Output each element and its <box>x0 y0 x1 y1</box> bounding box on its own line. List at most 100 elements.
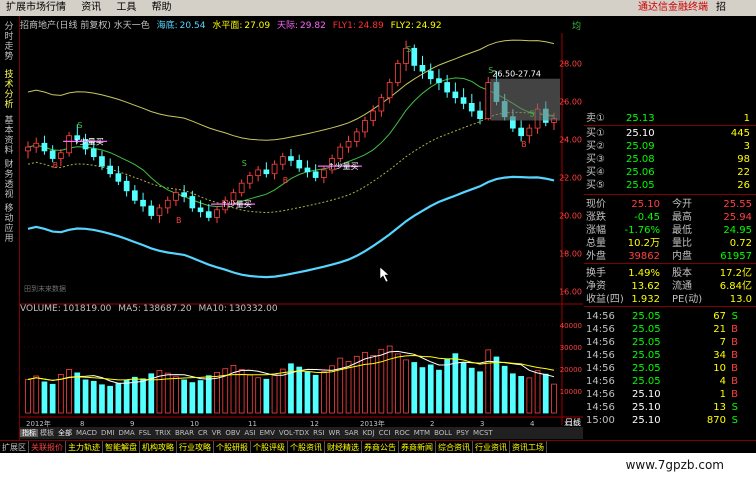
tick-volume: 1 <box>719 389 726 400</box>
indicator-tab[interactable]: BRAR <box>173 429 196 437</box>
candle-body[interactable] <box>427 70 434 80</box>
tick-time: 14:56 <box>586 363 615 374</box>
candle-body[interactable] <box>288 156 294 161</box>
indicator-tab[interactable]: MCST <box>471 429 495 437</box>
menu-item-help[interactable]: 帮助 <box>146 0 178 16</box>
candle-body[interactable] <box>320 169 327 178</box>
candle-body[interactable] <box>370 110 377 121</box>
indicator-header: 招商地产(日线 前复权) 水天一色 海底: 20.54 水平面: 27.09 天际:… <box>20 19 446 33</box>
menu-item-truncated[interactable]: 招 <box>716 0 726 16</box>
candle-body[interactable] <box>25 146 31 152</box>
stat-value: 10.2万 <box>627 238 660 249</box>
candle-body[interactable] <box>518 127 525 137</box>
indicator-tab[interactable]: TRIX <box>153 429 173 437</box>
candle-body[interactable] <box>296 160 303 169</box>
candle-body[interactable] <box>33 142 40 148</box>
price-axis-label: 20.00 <box>559 212 582 221</box>
candle-body[interactable] <box>205 211 212 218</box>
menu-item-news[interactable]: 资讯 <box>75 0 107 16</box>
candle-body[interactable] <box>411 47 418 66</box>
candle-body[interactable] <box>345 141 352 148</box>
indicator-tab[interactable]: OBV <box>223 429 242 437</box>
menu-item-extended-market[interactable]: 扩展市场行情 <box>0 0 72 16</box>
candle-body[interactable] <box>485 82 492 119</box>
candle-body[interactable] <box>66 135 72 154</box>
candle-body[interactable] <box>123 180 130 192</box>
candle-body[interactable] <box>164 199 171 209</box>
indicator-tab[interactable]: DMA <box>116 429 136 437</box>
indicator-tab[interactable]: SAR <box>342 429 360 437</box>
indicator-tab[interactable]: VOL-TDX <box>277 429 311 437</box>
indicator-tab[interactable]: ASI <box>242 429 257 437</box>
candle-body[interactable] <box>304 167 311 173</box>
indicator-tab[interactable]: 指标 <box>20 429 38 437</box>
indicator-tab[interactable]: BOLL <box>432 429 454 437</box>
menu-item-tools[interactable]: 工具 <box>110 0 142 16</box>
indicator-tab[interactable]: 模板 <box>38 429 56 437</box>
volume-bar <box>485 349 492 414</box>
candle-body[interactable] <box>173 192 179 201</box>
candle-body[interactable] <box>197 207 204 213</box>
sidebar-tab-mobile[interactable]: 移动应用 <box>2 204 16 244</box>
candle-body[interactable] <box>386 82 393 99</box>
candle-body[interactable] <box>526 127 533 137</box>
candle-body[interactable] <box>189 196 196 209</box>
candle-body[interactable] <box>468 103 475 112</box>
indicator-tab[interactable]: CR <box>196 429 210 437</box>
candle-body[interactable] <box>115 173 122 182</box>
indicator-tab[interactable]: CCI <box>377 429 393 437</box>
candle-body[interactable] <box>156 207 163 216</box>
indicator-tab[interactable]: PSY <box>454 429 471 437</box>
candle-body[interactable] <box>107 165 113 175</box>
price-axis-label: 18.00 <box>559 250 582 259</box>
candle-body[interactable] <box>214 209 220 218</box>
kline-chart[interactable]: 28.00 26.00 24.00 22.00 20.00 18.00 16.00 40000… <box>20 33 583 431</box>
candle-body[interactable] <box>271 163 278 175</box>
candle-body[interactable] <box>419 65 426 72</box>
candle-body[interactable] <box>452 91 459 99</box>
volume-bar <box>296 366 303 414</box>
candle-body[interactable] <box>460 97 467 104</box>
candle-body[interactable] <box>90 148 97 157</box>
indicator-tab[interactable]: MACD <box>74 429 99 437</box>
b-mark: B <box>521 140 527 149</box>
candle-body[interactable] <box>436 78 442 83</box>
indicator-tab[interactable]: EMV <box>258 429 277 437</box>
candle-body[interactable] <box>477 110 483 119</box>
candle-body[interactable] <box>148 205 155 216</box>
indicator-tab[interactable]: VR <box>210 429 224 437</box>
indicator-tab[interactable]: WR <box>327 429 343 437</box>
indicator-tab[interactable]: ROC <box>392 429 411 437</box>
volume-bar <box>246 374 253 414</box>
candle-body[interactable] <box>58 152 64 159</box>
candle-body[interactable] <box>444 82 451 93</box>
sidebar-tab-profile[interactable]: 基本资料 <box>2 116 16 156</box>
candle-body[interactable] <box>263 169 270 175</box>
sidebar-tab-technical[interactable]: 技术分析 <box>2 70 16 110</box>
indicator-tab[interactable]: FSL <box>137 429 153 437</box>
candle-body[interactable] <box>246 175 253 184</box>
candle-body[interactable] <box>140 199 146 207</box>
sidebar-tab-finance[interactable]: 财务透视 <box>2 160 16 200</box>
sidebar-tab-intraday[interactable]: 分时走势 <box>2 22 16 62</box>
candle-body[interactable] <box>394 63 401 83</box>
indicator-tab[interactable]: DMI <box>99 429 117 437</box>
candle-body[interactable] <box>99 156 105 167</box>
candle-body[interactable] <box>41 142 48 152</box>
candle-body[interactable] <box>132 190 138 201</box>
indicator-tab[interactable]: KDJ <box>361 429 377 437</box>
stat-value: 0.72 <box>729 238 752 249</box>
candle-body[interactable] <box>238 182 245 194</box>
candle-body[interactable] <box>279 156 286 165</box>
candle-body[interactable] <box>353 131 360 142</box>
candle-body[interactable] <box>255 169 261 176</box>
candle-body[interactable] <box>312 171 319 178</box>
candle-body[interactable] <box>49 150 56 159</box>
candle-body[interactable] <box>337 146 344 159</box>
candle-body[interactable] <box>378 97 385 112</box>
candle-body[interactable] <box>181 192 187 197</box>
indicator-tab[interactable]: RSI <box>311 429 326 437</box>
indicator-tab[interactable]: MTM <box>412 429 432 437</box>
candle-body[interactable] <box>362 120 368 133</box>
indicator-tab[interactable]: 全部 <box>56 429 74 437</box>
